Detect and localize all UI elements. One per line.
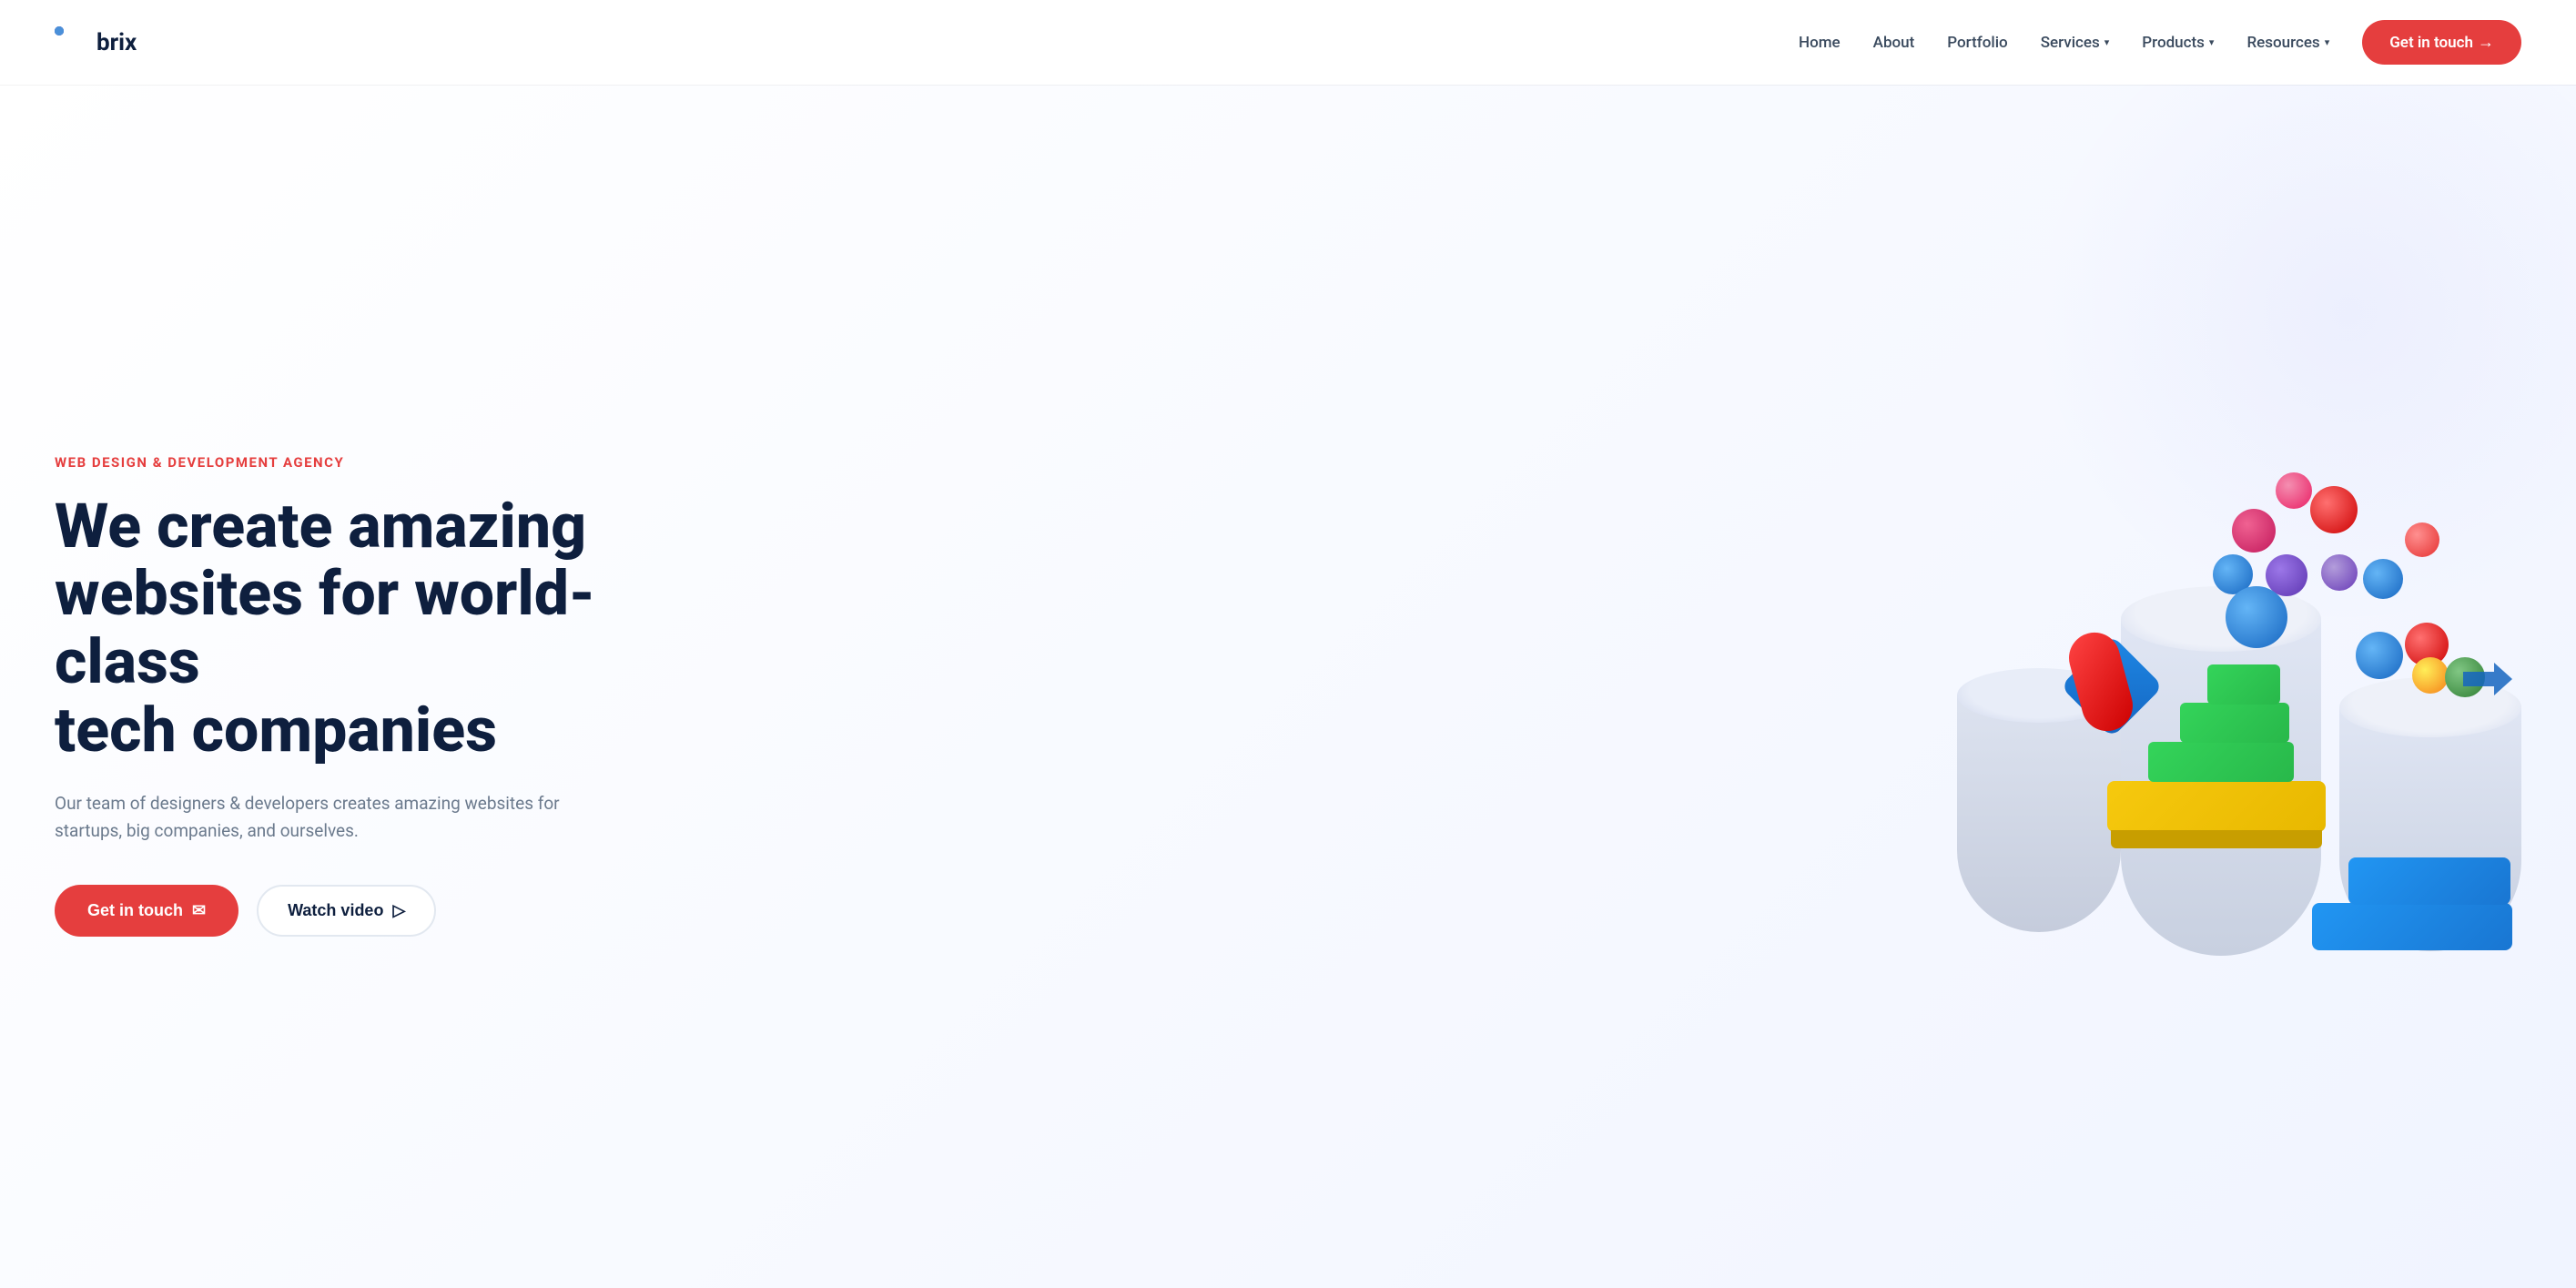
stair-blue-1: [2312, 903, 2512, 950]
nav-cta-arrow-icon: →: [2478, 33, 2494, 52]
hero-eyebrow: WEB DESIGN & DEVELOPMENT AGENCY: [55, 454, 674, 471]
nav-item-portfolio[interactable]: Portfolio: [1947, 34, 2007, 52]
nav-item-services[interactable]: Services ▾: [2041, 34, 2110, 52]
logo-link[interactable]: brix: [55, 26, 137, 59]
ball-red-top: [2310, 486, 2358, 533]
stair-blue-2: [2348, 857, 2510, 905]
nav-item-about[interactable]: About: [1873, 34, 1915, 52]
ball-red-mid: [2405, 522, 2439, 557]
platform-yellow: [2107, 781, 2326, 832]
stair-green-1: [2148, 742, 2294, 782]
navbar: brix Home About Portfolio Services ▾ Pro…: [0, 0, 2576, 85]
nav-cta-button[interactable]: Get in touch →: [2362, 20, 2521, 65]
hero-content: WEB DESIGN & DEVELOPMENT AGENCY We creat…: [55, 454, 674, 938]
ball-blue-mid: [2363, 559, 2403, 599]
hero-buttons: Get in touch ✉ Watch video ▷: [55, 885, 674, 937]
stair-green-2: [2180, 703, 2289, 743]
products-chevron-icon: ▾: [2209, 36, 2215, 48]
get-in-touch-button[interactable]: Get in touch ✉: [55, 885, 238, 937]
hero-subtitle: Our team of designers & developers creat…: [55, 790, 564, 846]
nav-menu: Home About Portfolio Services ▾ Products…: [1799, 20, 2521, 65]
nav-item-resources[interactable]: Resources ▾: [2246, 34, 2329, 52]
resources-chevron-icon: ▾: [2325, 36, 2330, 48]
envelope-icon: ✉: [192, 901, 206, 920]
ball-yellow: [2412, 657, 2449, 694]
ball-pink-2: [2276, 472, 2312, 509]
logo-text: brix: [96, 29, 137, 56]
nav-item-home[interactable]: Home: [1799, 34, 1841, 52]
stair-green-3: [2207, 664, 2280, 705]
ball-blue-right: [2356, 632, 2403, 679]
hero-title: We create amazing websites for world-cla…: [55, 492, 674, 765]
services-chevron-icon: ▾: [2104, 36, 2110, 48]
ball-blue-main: [2226, 586, 2287, 648]
ball-purple-2: [2321, 554, 2358, 591]
watch-video-button[interactable]: Watch video ▷: [257, 885, 436, 937]
hero-illustration: [1957, 413, 2521, 978]
ball-pink-1: [2232, 509, 2276, 553]
hero-section: WEB DESIGN & DEVELOPMENT AGENCY We creat…: [0, 85, 2576, 1288]
logo-icon: [55, 26, 87, 59]
nav-item-products[interactable]: Products ▾: [2142, 34, 2214, 52]
arrow-right-shape: [2463, 659, 2512, 703]
play-icon: ▷: [392, 901, 405, 920]
